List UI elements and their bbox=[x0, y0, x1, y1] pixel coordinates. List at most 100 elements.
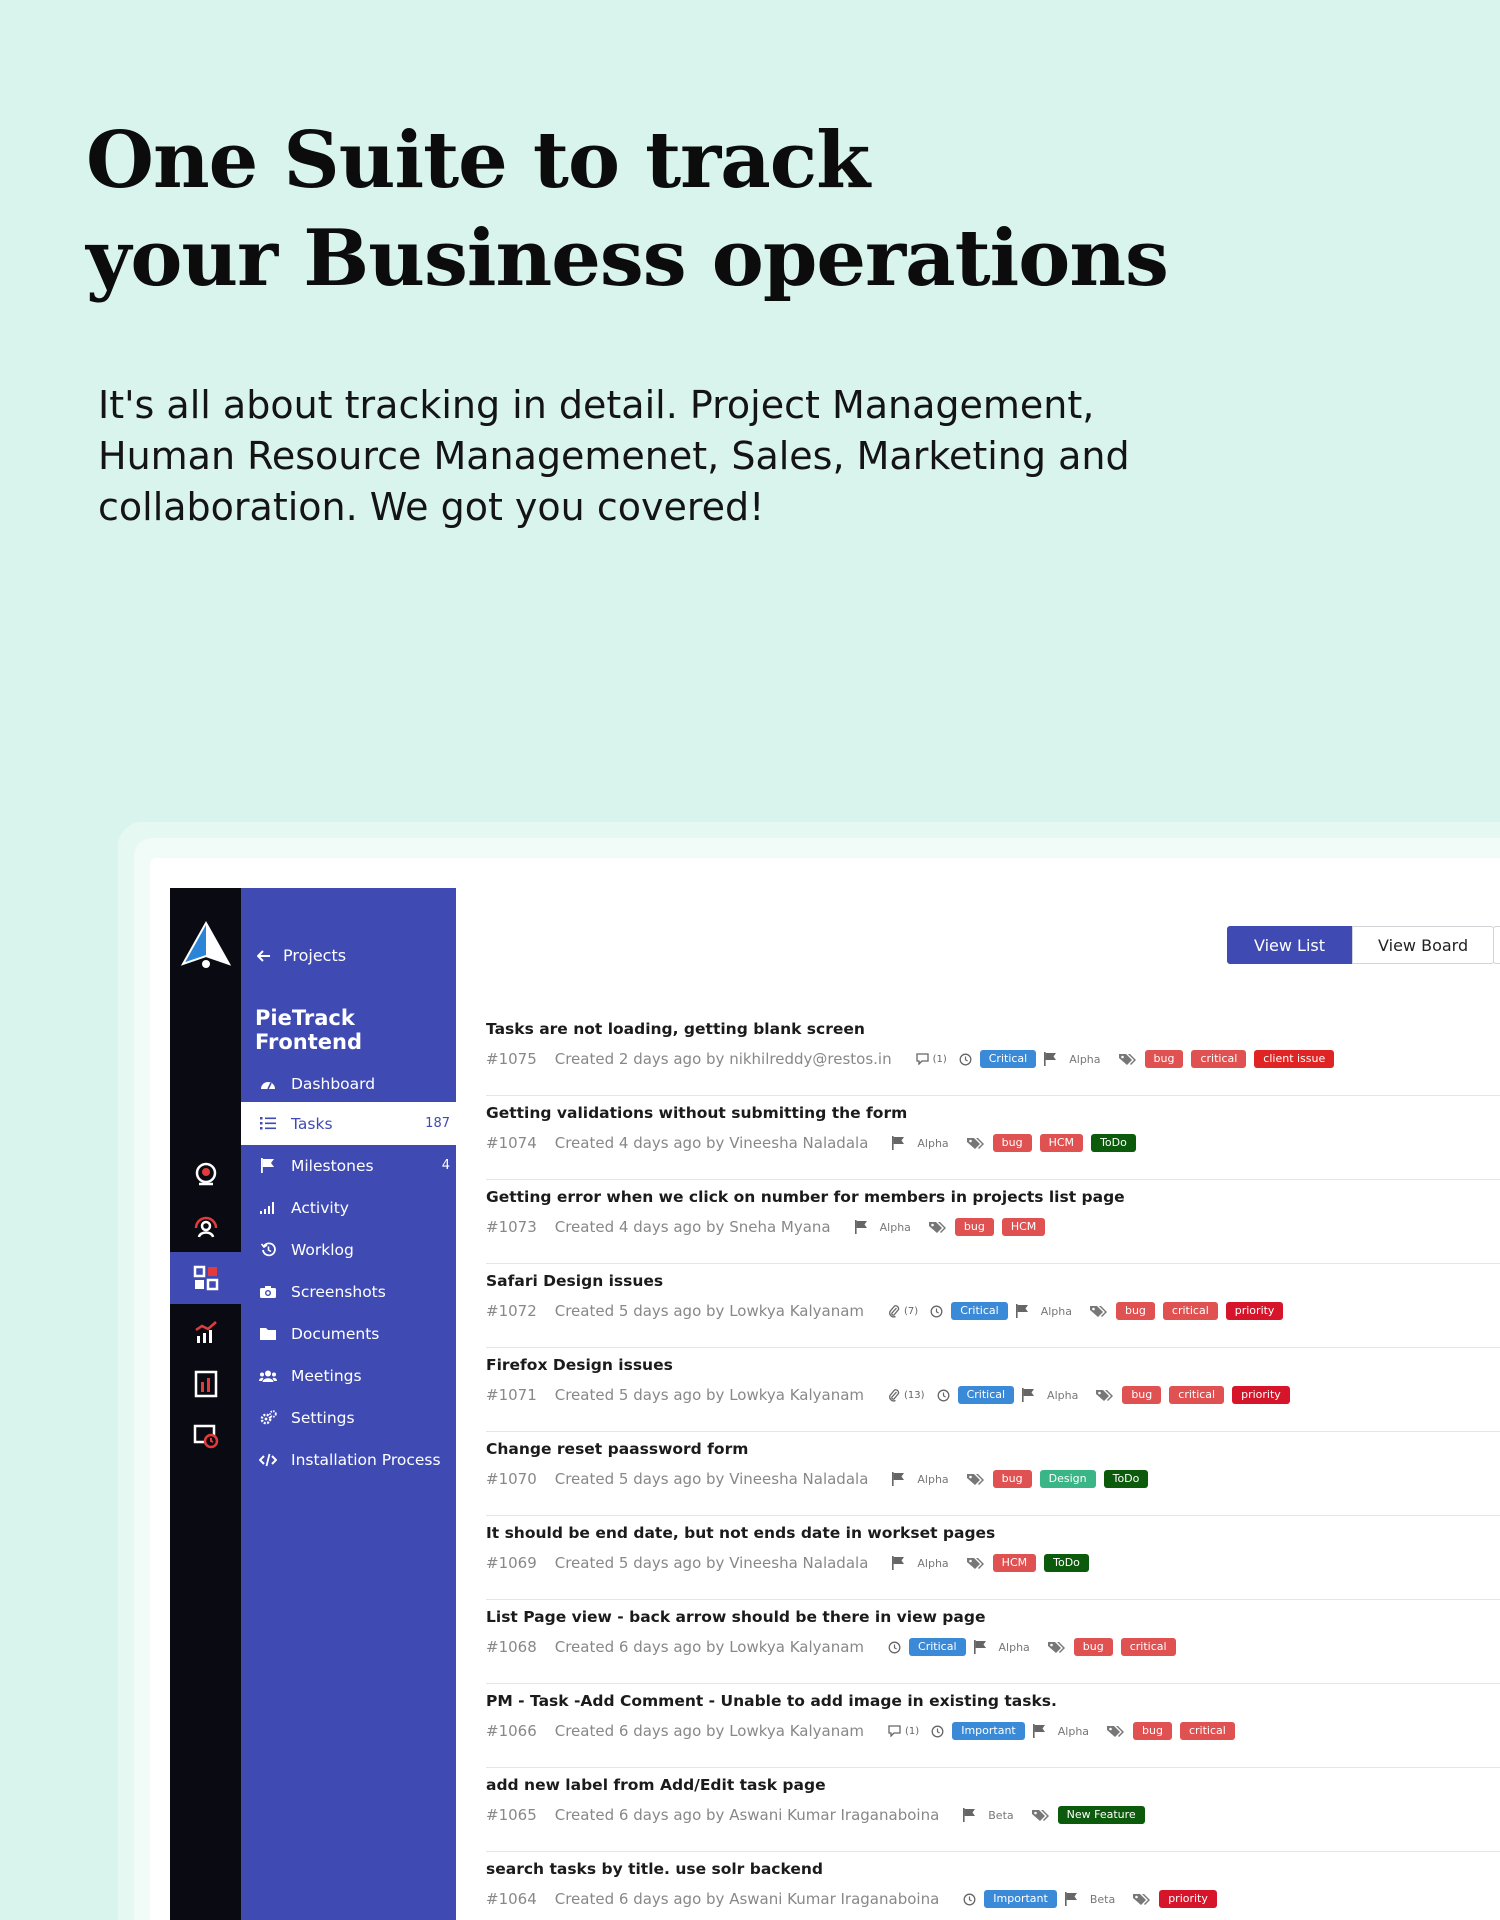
sidebar-item-count: 187 bbox=[425, 1116, 450, 1131]
back-to-projects-link[interactable]: Projects bbox=[257, 946, 346, 965]
task-id[interactable]: #1068 bbox=[486, 1638, 537, 1656]
tag-badge: critical bbox=[1179, 1722, 1235, 1740]
task-id[interactable]: #1075 bbox=[486, 1050, 537, 1068]
sidebar-item-activity[interactable]: Activity bbox=[241, 1186, 456, 1229]
milestone-label: Alpha bbox=[917, 1556, 949, 1570]
task-id[interactable]: #1071 bbox=[486, 1386, 537, 1404]
report-icon[interactable] bbox=[170, 1358, 241, 1410]
apps-icon[interactable] bbox=[170, 1252, 241, 1304]
sidebar-item-screenshots[interactable]: Screenshots bbox=[241, 1270, 456, 1313]
tag-badge: ToDo bbox=[1044, 1554, 1089, 1572]
pietrack-logo-icon[interactable] bbox=[179, 920, 233, 974]
users-icon bbox=[257, 1370, 279, 1382]
task-created: Created 5 days ago by Lowkya Kalyanam bbox=[554, 1386, 865, 1404]
clock-icon bbox=[963, 1893, 976, 1906]
history-icon bbox=[257, 1242, 279, 1257]
task-meta: #1066 Created 6 days ago by Lowkya Kalyan… bbox=[486, 1720, 1243, 1742]
task-id[interactable]: #1074 bbox=[486, 1134, 537, 1152]
tags-icon bbox=[966, 1557, 985, 1570]
dashboard-icon bbox=[257, 1077, 279, 1091]
task-title[interactable]: Firefox Design issues bbox=[486, 1356, 673, 1374]
view-list-button[interactable]: View List bbox=[1227, 926, 1353, 964]
task-id[interactable]: #1064 bbox=[486, 1890, 537, 1908]
comment-count: (1) bbox=[932, 1053, 947, 1065]
tag-badge: bug bbox=[1115, 1302, 1155, 1320]
sidebar-item-label: Screenshots bbox=[291, 1282, 386, 1301]
milestone-flag-icon bbox=[1015, 1304, 1029, 1318]
sidebar-item-installation-process[interactable]: Installation Process bbox=[241, 1438, 456, 1481]
sidebar-item-label: Settings bbox=[291, 1408, 355, 1427]
sidebar-item-label: Tasks bbox=[291, 1114, 333, 1133]
task-created: Created 6 days ago by Aswani Kumar Iraga… bbox=[554, 1806, 940, 1824]
task-id[interactable]: #1069 bbox=[486, 1554, 537, 1572]
tag-badge: bug bbox=[1133, 1722, 1172, 1740]
task-row[interactable]: search tasks by title. use solr backend #… bbox=[486, 1852, 1500, 1920]
task-title[interactable]: Safari Design issues bbox=[486, 1272, 663, 1290]
time-icon[interactable] bbox=[170, 1410, 241, 1462]
task-meta: #1064 Created 6 days ago by Aswani Kumar … bbox=[486, 1888, 1225, 1910]
sidebar-item-worklog[interactable]: Worklog bbox=[241, 1228, 456, 1271]
milestone-label: Alpha bbox=[1047, 1388, 1079, 1402]
task-title[interactable]: PM - Task -Add Comment - Unable to add i… bbox=[486, 1692, 1057, 1710]
task-title[interactable]: Change reset paassword form bbox=[486, 1440, 748, 1458]
tag-badge: client issue bbox=[1254, 1050, 1335, 1068]
clock-icon bbox=[888, 1641, 901, 1654]
task-title[interactable]: List Page view - back arrow should be th… bbox=[486, 1608, 985, 1626]
comment-icon bbox=[915, 1053, 929, 1065]
tags-icon bbox=[966, 1137, 985, 1150]
sidebar-item-dashboard[interactable]: Dashboard bbox=[241, 1062, 456, 1105]
task-row[interactable]: It should be end date, but not ends date… bbox=[486, 1516, 1500, 1600]
milestone-label: Alpha bbox=[1040, 1304, 1072, 1318]
view-board-button[interactable]: View Board bbox=[1352, 926, 1495, 964]
hero-title-line1: One Suite to track bbox=[86, 115, 870, 206]
analytics-icon[interactable] bbox=[170, 1306, 241, 1358]
task-row[interactable]: Getting validations without submitting t… bbox=[486, 1096, 1500, 1180]
tag-badge: critical bbox=[1120, 1638, 1176, 1656]
task-title[interactable]: Getting validations without submitting t… bbox=[486, 1104, 907, 1122]
task-title[interactable]: Tasks are not loading, getting blank scr… bbox=[486, 1020, 865, 1038]
user-icon[interactable] bbox=[170, 1200, 241, 1252]
task-row[interactable]: Firefox Design issues #1071 Created 5 days… bbox=[486, 1348, 1500, 1432]
task-id[interactable]: #1073 bbox=[486, 1218, 537, 1236]
sidebar-item-settings[interactable]: Settings bbox=[241, 1396, 456, 1439]
task-created: Created 5 days ago by Vineesha Naladala bbox=[554, 1470, 869, 1488]
task-row[interactable]: Safari Design issues #1072 Created 5 days … bbox=[486, 1264, 1500, 1348]
severity-badge: Critical bbox=[957, 1386, 1015, 1404]
sidebar-item-label: Activity bbox=[291, 1198, 349, 1217]
paperclip-icon bbox=[888, 1304, 900, 1318]
sidebar-item-label: Milestones bbox=[291, 1156, 374, 1175]
milestone-flag-icon bbox=[892, 1136, 905, 1150]
tag-badge: HCM bbox=[992, 1554, 1037, 1572]
sidebar-item-tasks[interactable]: Tasks 187 bbox=[241, 1102, 456, 1145]
sidebar-item-milestones[interactable]: Milestones 4 bbox=[241, 1144, 456, 1187]
task-row[interactable]: add new label from Add/Edit task page #10… bbox=[486, 1768, 1500, 1852]
task-created: Created 6 days ago by Lowkya Kalyanam bbox=[554, 1638, 865, 1656]
task-title[interactable]: Getting error when we click on number fo… bbox=[486, 1188, 1125, 1206]
task-meta: #1073 Created 4 days ago by Sneha Myana Al… bbox=[486, 1216, 1053, 1238]
task-id[interactable]: #1066 bbox=[486, 1722, 537, 1740]
task-id[interactable]: #1072 bbox=[486, 1302, 537, 1320]
task-row[interactable]: Change reset paassword form #1070 Created … bbox=[486, 1432, 1500, 1516]
cogs-icon bbox=[257, 1410, 279, 1425]
task-title[interactable]: search tasks by title. use solr backend bbox=[486, 1860, 823, 1878]
extra-toolbar-button[interactable] bbox=[1493, 926, 1500, 964]
sidebar-item-documents[interactable]: Documents bbox=[241, 1312, 456, 1355]
tag-badge: Design bbox=[1039, 1470, 1096, 1488]
task-row[interactable]: List Page view - back arrow should be th… bbox=[486, 1600, 1500, 1684]
severity-badge: Critical bbox=[979, 1050, 1037, 1068]
milestone-label: Beta bbox=[988, 1808, 1014, 1822]
milestone-label: Beta bbox=[1089, 1892, 1116, 1906]
task-row[interactable]: PM - Task -Add Comment - Unable to add i… bbox=[486, 1684, 1500, 1768]
sidebar-item-meetings[interactable]: Meetings bbox=[241, 1354, 456, 1397]
task-id[interactable]: #1070 bbox=[486, 1470, 537, 1488]
sidebar-item-label: Meetings bbox=[291, 1366, 362, 1385]
tag-badge: bug bbox=[1073, 1638, 1113, 1656]
recruit-icon[interactable] bbox=[170, 1148, 241, 1200]
task-row[interactable]: Tasks are not loading, getting blank scr… bbox=[486, 1012, 1500, 1096]
task-id[interactable]: #1065 bbox=[486, 1806, 537, 1824]
task-row[interactable]: Getting error when we click on number fo… bbox=[486, 1180, 1500, 1264]
milestone-flag-icon bbox=[892, 1556, 905, 1570]
sidebar-item-label: Installation Process bbox=[291, 1450, 441, 1469]
task-title[interactable]: It should be end date, but not ends date… bbox=[486, 1524, 995, 1542]
task-title[interactable]: add new label from Add/Edit task page bbox=[486, 1776, 826, 1794]
